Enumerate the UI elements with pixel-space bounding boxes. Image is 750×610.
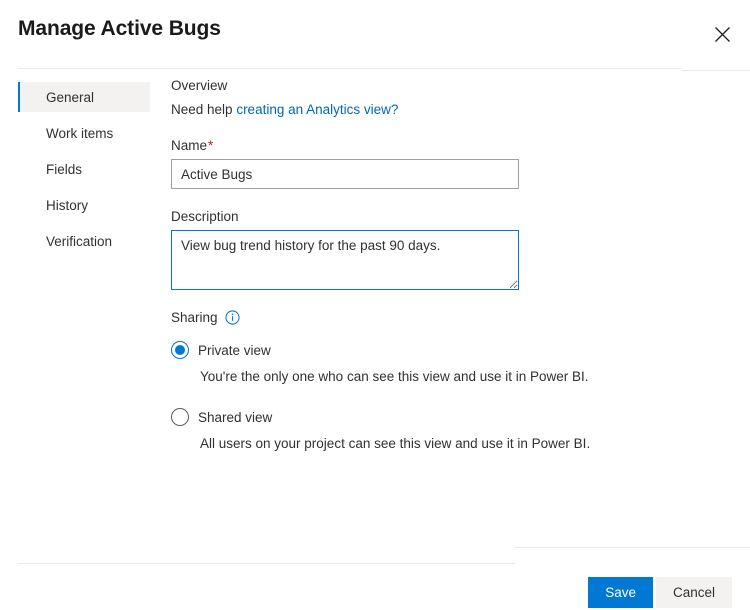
radio-description-private: You're the only one who can see this vie… [200, 369, 589, 384]
sidebar-item-work-items[interactable]: Work items [18, 118, 150, 148]
page-title: Manage Active Bugs [18, 17, 221, 40]
sharing-header: Sharing [171, 310, 731, 325]
sidebar-nav: General Work items Fields History Verifi… [18, 82, 150, 262]
sidebar-item-label: Verification [46, 233, 113, 249]
name-field-group: Name* [171, 138, 731, 189]
header-divider-right [681, 70, 750, 71]
sidebar-item-fields[interactable]: Fields [18, 154, 150, 184]
footer-divider-right [515, 547, 750, 548]
header-divider-left [18, 68, 681, 69]
sidebar-item-verification[interactable]: Verification [18, 226, 150, 256]
sidebar-item-label: Fields [46, 161, 83, 177]
panel-body: General Work items Fields History Verifi… [0, 78, 750, 540]
description-field-group: Description [171, 209, 731, 290]
help-prefix-text: Need help [171, 102, 237, 117]
sidebar-item-history[interactable]: History [18, 190, 150, 220]
radio-label-shared: Shared view [198, 409, 273, 425]
sharing-label: Sharing [171, 310, 218, 325]
panel-header: Manage Active Bugs [0, 0, 750, 62]
close-button[interactable] [706, 18, 738, 50]
name-label: Name* [171, 138, 731, 153]
sidebar-item-label: General [46, 89, 95, 105]
info-icon[interactable] [224, 310, 240, 325]
overview-heading: Overview [171, 78, 228, 93]
name-input[interactable] [171, 159, 519, 189]
analytics-view-help-link[interactable]: creating an Analytics view? [236, 102, 398, 117]
radio-private-view[interactable]: Private view [171, 341, 731, 359]
save-button[interactable]: Save [588, 577, 653, 608]
radio-indicator-private[interactable] [171, 341, 189, 359]
radio-label-private: Private view [198, 342, 271, 358]
help-line: Need help creating an Analytics view? [171, 102, 731, 117]
sidebar-item-label: Work items [46, 125, 114, 141]
close-icon [713, 25, 732, 44]
cancel-button[interactable]: Cancel [655, 577, 732, 608]
radio-shared-view[interactable]: Shared view [171, 408, 731, 426]
required-marker: * [208, 138, 214, 153]
panel-footer: Save Cancel [0, 563, 750, 610]
sidebar-item-label: History [46, 197, 89, 213]
settings-content: Overview Need help creating an Analytics… [171, 78, 731, 475]
radio-indicator-shared[interactable] [171, 408, 189, 426]
description-label: Description [171, 209, 239, 224]
radio-description-shared: All users on your project can see this v… [200, 436, 591, 451]
description-textarea[interactable] [171, 230, 519, 290]
name-label-text: Name [171, 138, 208, 153]
sidebar-item-general[interactable]: General [18, 82, 150, 112]
